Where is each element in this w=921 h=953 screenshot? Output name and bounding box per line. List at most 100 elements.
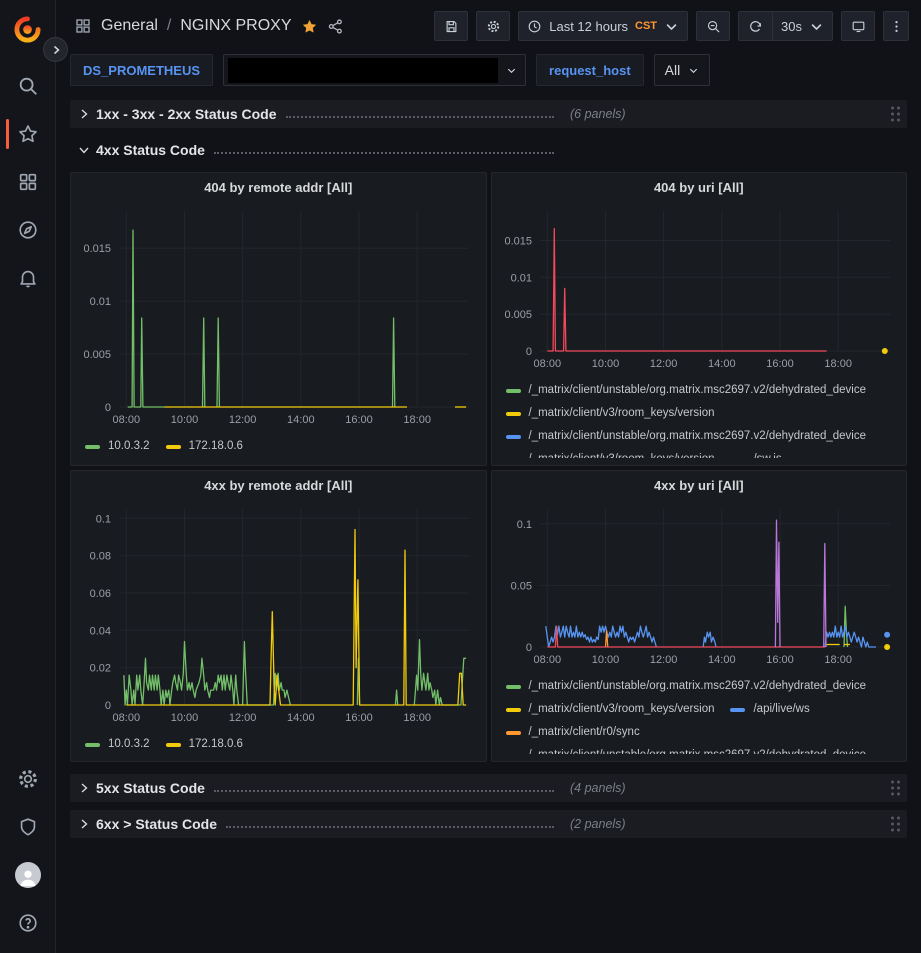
sidebar-collapse-button[interactable]	[43, 37, 68, 62]
search-icon[interactable]	[4, 62, 52, 110]
svg-text:0.02: 0.02	[90, 663, 111, 675]
chart-legend: /_matrix/client/unstable/org.matrix.msc2…	[498, 378, 901, 458]
panel-404-by-uri: 404 by uri [All] 00.0050.010.01508:0010:…	[491, 172, 908, 466]
dotted-leader	[286, 108, 554, 118]
breadcrumb-root[interactable]: General	[101, 17, 158, 35]
svg-text:0: 0	[525, 346, 531, 358]
row-header-5xx[interactable]: 5xx Status Code (4 panels)	[70, 774, 907, 802]
legend-label: /api/live/ws	[753, 700, 809, 719]
datasource-variable-select[interactable]	[223, 54, 526, 86]
legend-item[interactable]: 172.18.0.6	[166, 735, 243, 754]
zoom-out-button[interactable]	[696, 11, 730, 41]
explore-compass-icon[interactable]	[4, 206, 52, 254]
legend-marker	[166, 445, 181, 449]
alerting-bell-icon[interactable]	[4, 254, 52, 302]
dotted-leader	[226, 818, 554, 828]
help-icon[interactable]	[4, 899, 52, 947]
svg-text:12:00: 12:00	[229, 414, 257, 426]
avatar[interactable]	[4, 851, 52, 899]
legend-item[interactable]: /_matrix/client/unstable/org.matrix.msc2…	[506, 746, 867, 754]
legend-marker	[506, 731, 521, 735]
drag-handle-icon[interactable]	[891, 817, 900, 832]
svg-text:12:00: 12:00	[649, 654, 677, 666]
more-options-kebab[interactable]	[883, 11, 909, 41]
series-line	[393, 318, 395, 407]
drag-handle-icon[interactable]	[891, 781, 900, 796]
svg-text:10:00: 10:00	[591, 358, 619, 370]
admin-shield-icon[interactable]	[4, 803, 52, 851]
row-header-1xx[interactable]: 1xx - 3xx - 2xx Status Code (6 panels)	[70, 100, 907, 128]
panel-title[interactable]: 404 by remote addr [All]	[77, 175, 480, 201]
legend-label: /_matrix/client/unstable/org.matrix.msc2…	[529, 677, 867, 696]
svg-text:0: 0	[105, 700, 111, 712]
variables-bar: DS_PROMETHEUS request_host All	[56, 52, 921, 96]
datasource-variable-label[interactable]: DS_PROMETHEUS	[70, 54, 213, 86]
legend-marker	[506, 458, 521, 459]
legend-item[interactable]: 10.0.3.2	[85, 437, 150, 456]
timeseries-chart[interactable]: 00.0050.010.01508:0010:0012:0014:0016:00…	[498, 201, 898, 378]
timeseries-chart[interactable]: 00.050.108:0010:0012:0014:0016:0018:00	[498, 499, 898, 674]
panel-title[interactable]: 404 by uri [All]	[498, 175, 901, 201]
request-host-variable-label[interactable]: request_host	[536, 54, 644, 86]
legend-item[interactable]: /_matrix/client/v3/room_keys/version	[506, 404, 715, 423]
series-line	[547, 229, 826, 351]
refresh-button[interactable]	[738, 11, 772, 41]
svg-text:18:00: 18:00	[403, 414, 431, 426]
svg-text:0.1: 0.1	[516, 519, 531, 531]
svg-text:14:00: 14:00	[287, 712, 315, 724]
starred-nav-icon[interactable]	[4, 110, 52, 158]
breadcrumb: General / NGINX PROXY	[74, 17, 344, 35]
dashboard-settings-button[interactable]	[476, 11, 510, 41]
timeseries-chart[interactable]: 00.0050.010.01508:0010:0012:0014:0016:00…	[77, 201, 477, 434]
legend-item[interactable]: 172.18.0.6	[166, 437, 243, 456]
svg-text:14:00: 14:00	[287, 414, 315, 426]
svg-text:0: 0	[105, 402, 111, 414]
page-title[interactable]: NGINX PROXY	[180, 17, 291, 35]
panel-title[interactable]: 4xx by uri [All]	[498, 473, 901, 499]
legend-item[interactable]: /_matrix/client/v3/room_keys/version	[506, 450, 715, 458]
legend-label: /_matrix/client/unstable/org.matrix.msc2…	[529, 427, 867, 446]
legend-item[interactable]: /_matrix/client/unstable/org.matrix.msc2…	[506, 427, 867, 446]
legend-item[interactable]: /_matrix/client/r0/sync	[506, 723, 640, 742]
timeseries-chart[interactable]: 00.020.040.060.080.108:0010:0012:0014:00…	[77, 499, 477, 732]
drag-handle-icon[interactable]	[891, 107, 900, 122]
share-icon[interactable]	[327, 18, 344, 35]
legend-marker	[166, 743, 181, 747]
legend-item[interactable]: /_matrix/client/unstable/org.matrix.msc2…	[506, 677, 867, 696]
svg-text:08:00: 08:00	[533, 654, 561, 666]
row-header-4xx[interactable]: 4xx Status Code	[70, 136, 907, 164]
legend-item[interactable]: /sw.js	[730, 450, 781, 458]
tv-mode-button[interactable]	[841, 11, 875, 41]
favorite-star-icon[interactable]	[301, 18, 318, 35]
panel-title[interactable]: 4xx by remote addr [All]	[77, 473, 480, 499]
svg-text:0.1: 0.1	[96, 513, 111, 525]
chevron-down-icon	[688, 65, 699, 76]
datasource-value-redacted	[228, 58, 498, 83]
legend-item[interactable]: /_matrix/client/v3/room_keys/version	[506, 700, 715, 719]
legend-label: /sw.js	[753, 450, 781, 458]
legend-label: /_matrix/client/v3/room_keys/version	[529, 404, 715, 423]
time-range-picker[interactable]: Last 12 hours CST	[518, 11, 688, 41]
chevron-down-icon	[664, 19, 679, 34]
svg-text:14:00: 14:00	[708, 358, 736, 370]
legend-item[interactable]: /_matrix/client/unstable/org.matrix.msc2…	[506, 381, 867, 400]
series-line	[545, 626, 656, 647]
panel-404-by-remote-addr: 404 by remote addr [All] 00.0050.010.015…	[70, 172, 487, 466]
legend-item[interactable]: 10.0.3.2	[85, 735, 150, 754]
svg-text:14:00: 14:00	[708, 654, 736, 666]
series-line	[775, 520, 780, 647]
series-line	[395, 690, 397, 705]
legend-marker	[506, 389, 521, 393]
refresh-interval-dropdown[interactable]: 30s	[772, 11, 833, 41]
dashboard-apps-icon[interactable]	[74, 17, 92, 35]
save-dashboard-button[interactable]	[434, 11, 468, 41]
tv-icon	[851, 19, 866, 34]
legend-item[interactable]: /api/live/ws	[730, 700, 809, 719]
svg-text:08:00: 08:00	[533, 358, 561, 370]
chevron-right-icon	[78, 108, 90, 120]
dashboards-grid-icon[interactable]	[4, 158, 52, 206]
settings-gear-icon[interactable]	[4, 755, 52, 803]
svg-text:10:00: 10:00	[171, 414, 199, 426]
row-header-6xx[interactable]: 6xx > Status Code (2 panels)	[70, 810, 907, 838]
request-host-variable-select[interactable]: All	[654, 54, 711, 86]
